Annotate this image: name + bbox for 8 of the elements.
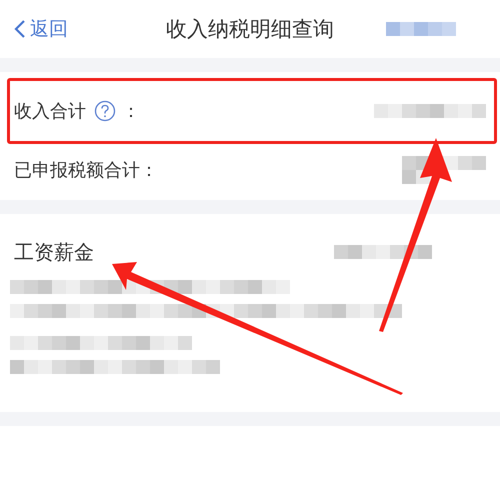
- colon: ：: [122, 100, 140, 123]
- back-button[interactable]: 返回: [14, 16, 68, 42]
- summary-label: 已申报税额合计：: [14, 159, 158, 182]
- section-title: 工资薪金: [14, 238, 94, 266]
- page-title: 收入纳税明细查询: [166, 16, 334, 43]
- help-icon[interactable]: [94, 100, 116, 122]
- summary-label: 收入合计: [14, 100, 86, 123]
- chevron-left-icon: [14, 19, 26, 39]
